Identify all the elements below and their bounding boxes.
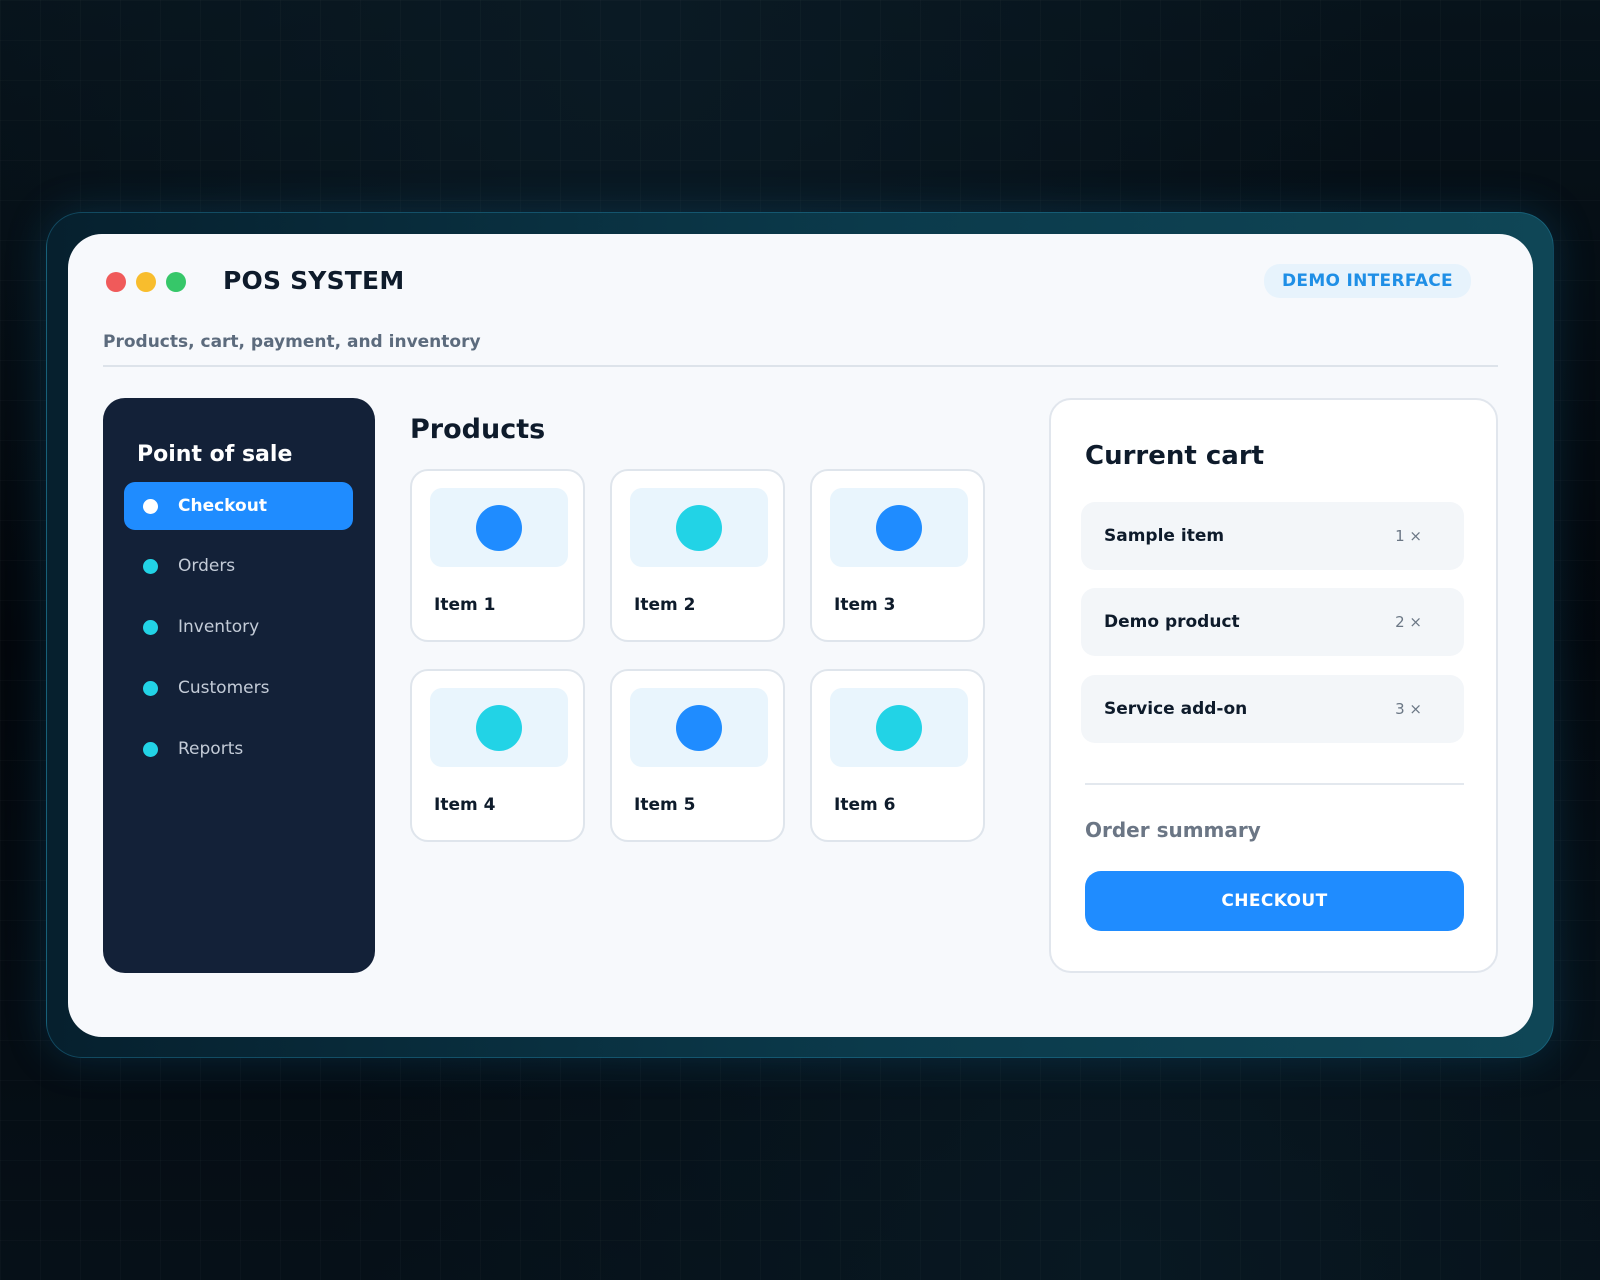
nav-dot-icon (143, 559, 158, 574)
cart-item[interactable]: Sample item 1 × (1081, 502, 1464, 570)
product-card[interactable]: Item 3 (810, 469, 985, 642)
app-window: POS SYSTEM DEMO INTERFACE Products, cart… (68, 234, 1533, 1037)
sidebar-item-label: Inventory (178, 617, 260, 637)
product-image (830, 688, 968, 767)
product-image (630, 488, 768, 567)
product-image (430, 488, 568, 567)
minimize-window-dot[interactable] (136, 272, 156, 292)
cart-item[interactable]: Service add-on 3 × (1081, 675, 1464, 743)
nav-dot-icon (143, 499, 158, 514)
header-divider (103, 365, 1498, 367)
cart-item-name: Demo product (1104, 612, 1240, 632)
cart-item-qty: 3 × (1395, 700, 1422, 718)
product-name: Item 4 (434, 795, 496, 815)
products-title: Products (410, 414, 546, 445)
sidebar-item-customers[interactable]: Customers (124, 664, 353, 712)
demo-badge: DEMO INTERFACE (1264, 264, 1471, 298)
product-circle-icon (876, 505, 922, 551)
maximize-window-dot[interactable] (166, 272, 186, 292)
product-circle-icon (476, 705, 522, 751)
product-card[interactable]: Item 4 (410, 669, 585, 842)
product-card[interactable]: Item 1 (410, 469, 585, 642)
product-card[interactable]: Item 2 (610, 469, 785, 642)
product-name: Item 6 (834, 795, 896, 815)
sidebar-item-label: Customers (178, 678, 270, 698)
sidebar-item-orders[interactable]: Orders (124, 542, 353, 590)
nav-dot-icon (143, 620, 158, 635)
product-name: Item 1 (434, 595, 496, 615)
checkout-button[interactable]: CHECKOUT (1085, 871, 1464, 931)
sidebar-item-label: Reports (178, 739, 244, 759)
product-name: Item 3 (834, 595, 896, 615)
sidebar-title: Point of sale (137, 442, 293, 467)
order-summary-label: Order summary (1085, 818, 1261, 842)
product-circle-icon (676, 505, 722, 551)
sidebar-item-reports[interactable]: Reports (124, 725, 353, 773)
product-circle-icon (476, 505, 522, 551)
sidebar: Point of sale Checkout Orders Inventory … (103, 398, 375, 973)
product-circle-icon (876, 705, 922, 751)
cart-item-name: Sample item (1104, 526, 1225, 546)
sidebar-item-label: Orders (178, 556, 236, 576)
cart-item-qty: 2 × (1395, 613, 1422, 631)
close-window-dot[interactable] (106, 272, 126, 292)
product-card[interactable]: Item 6 (810, 669, 985, 842)
cart-item-name: Service add-on (1104, 699, 1248, 719)
product-name: Item 5 (634, 795, 696, 815)
page-subtitle: Products, cart, payment, and inventory (103, 332, 481, 352)
sidebar-item-label: Checkout (178, 496, 267, 516)
app-title: POS SYSTEM (223, 266, 405, 295)
product-image (430, 688, 568, 767)
sidebar-item-checkout[interactable]: Checkout (124, 482, 353, 530)
product-card[interactable]: Item 5 (610, 669, 785, 842)
cart-panel: Current cart Sample item 1 × Demo produc… (1049, 398, 1498, 973)
cart-item-qty: 1 × (1395, 527, 1422, 545)
product-image (830, 488, 968, 567)
product-circle-icon (676, 705, 722, 751)
cart-divider (1085, 783, 1464, 785)
product-image (630, 688, 768, 767)
sidebar-item-inventory[interactable]: Inventory (124, 603, 353, 651)
cart-title: Current cart (1085, 441, 1265, 471)
cart-item[interactable]: Demo product 2 × (1081, 588, 1464, 656)
nav-dot-icon (143, 742, 158, 757)
nav-dot-icon (143, 681, 158, 696)
product-name: Item 2 (634, 595, 696, 615)
